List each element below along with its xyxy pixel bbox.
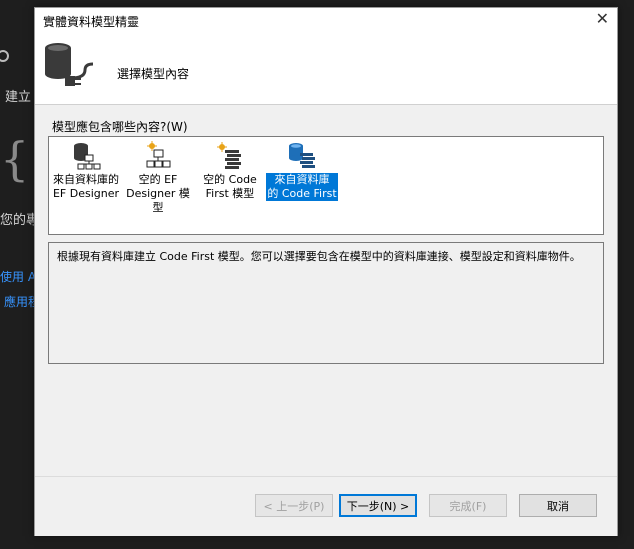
list-item-empty-ef-designer[interactable]: 空的 EF Designer 模 型 bbox=[122, 137, 194, 232]
entity-data-model-wizard: 實體資料模型精靈 ✕ 選擇模型內容 模型應包含哪些內容?(W) 來自資料庫的 E… bbox=[34, 7, 618, 536]
list-item-ef-designer-from-db[interactable]: 來自資料庫的 EF Designer bbox=[50, 137, 122, 232]
header-text: 選擇模型內容 bbox=[117, 67, 190, 81]
hierarchy-sparkle-icon bbox=[146, 141, 171, 168]
item-label-line: 型 bbox=[152, 201, 164, 214]
wizard-body: 模型應包含哪些內容?(W) 來自資料庫的 EF Designer 空的 EF D… bbox=[35, 105, 617, 476]
code-sparkle-icon bbox=[217, 142, 241, 169]
item-label-line: 的 Code First bbox=[267, 187, 337, 200]
dialog-titlebar: 實體資料模型精靈 ✕ bbox=[35, 8, 617, 32]
bg-create-text: 建立 bbox=[5, 90, 32, 105]
bg-link-use[interactable]: 使用 A bbox=[0, 268, 36, 285]
bg-brace: { bbox=[0, 132, 30, 186]
database-code-icon bbox=[289, 143, 315, 168]
item-label-line: EF Designer bbox=[52, 187, 120, 200]
dialog-title: 實體資料模型精靈 bbox=[43, 15, 140, 29]
finish-button[interactable]: 完成(F) bbox=[429, 494, 507, 517]
wizard-footer: < 上一步(P) 下一步(N) > 完成(F) 取消 bbox=[35, 476, 617, 536]
bg-circle-icon bbox=[0, 50, 9, 62]
next-button[interactable]: 下一步(N) > bbox=[339, 494, 417, 517]
model-contents-list: 來自資料庫的 EF Designer 空的 EF Designer 模 型 空的… bbox=[48, 136, 604, 235]
item-label-line: First 模型 bbox=[205, 187, 255, 200]
close-icon[interactable]: ✕ bbox=[596, 10, 609, 28]
list-item-empty-code-first[interactable]: 空的 Code First 模型 bbox=[194, 137, 266, 232]
item-label-line: 來自資料庫的 bbox=[52, 173, 119, 186]
wizard-header: 選擇模型內容 bbox=[35, 32, 617, 105]
item-label-line: 空的 Code bbox=[203, 173, 257, 186]
database-hierarchy-icon bbox=[74, 143, 101, 170]
list-item-code-first-from-db[interactable]: 來自資料庫 的 Code First bbox=[266, 137, 338, 232]
item-label-line: 來自資料庫 bbox=[274, 173, 330, 186]
item-label-line: 空的 EF bbox=[138, 173, 178, 186]
description-text: 根據現有資料庫建立 Code First 模型。您可以選擇要包含在模型中的資料庫… bbox=[57, 250, 581, 263]
database-plug-icon bbox=[45, 43, 94, 86]
description-box: 根據現有資料庫建立 Code First 模型。您可以選擇要包含在模型中的資料庫… bbox=[48, 242, 604, 364]
prev-button[interactable]: < 上一步(P) bbox=[255, 494, 333, 517]
question-label: 模型應包含哪些內容?(W) bbox=[52, 120, 188, 134]
cancel-button[interactable]: 取消 bbox=[519, 494, 597, 517]
item-label-line: Designer 模 bbox=[126, 187, 190, 200]
